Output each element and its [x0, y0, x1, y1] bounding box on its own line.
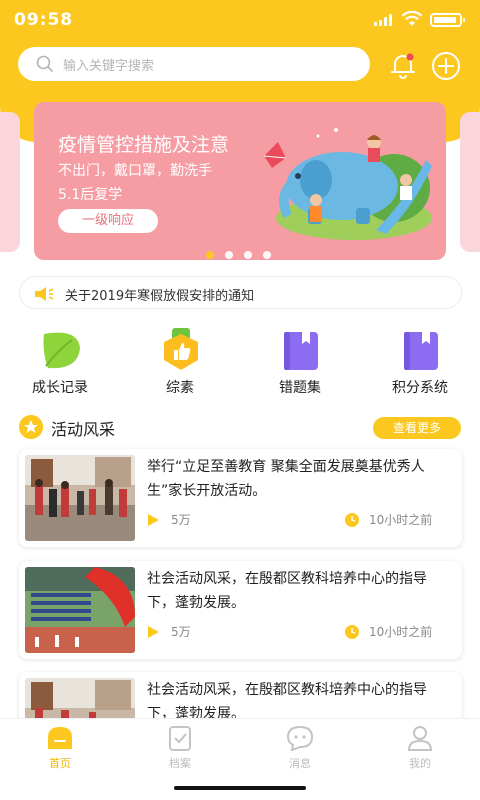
tab-archive[interactable]: 档案	[120, 725, 240, 773]
view-more-button[interactable]: 查看更多	[373, 417, 461, 439]
plays-count: 5万	[171, 625, 191, 639]
tab-messages[interactable]: 消息	[240, 725, 360, 773]
tab-label: 档案	[169, 757, 191, 770]
quick-link-label: 成长记录	[32, 380, 88, 396]
quick-link-label: 综素	[166, 380, 194, 396]
notice-text: 关于2019年寒假放假安排的通知	[65, 289, 255, 304]
chat-bubble-icon	[286, 725, 314, 751]
star-icon	[19, 415, 43, 439]
article-plays: 5万	[147, 511, 227, 528]
speaker-icon	[35, 287, 54, 301]
time-text: 10小时之前	[369, 625, 433, 639]
carousel-dot[interactable]	[225, 251, 233, 259]
banner-line1: 不出门，戴口罩，勤洗手	[58, 163, 212, 179]
plus-circle-icon[interactable]	[431, 51, 461, 81]
status-time: 09:58	[14, 10, 74, 30]
thumbs-up-badge-icon	[164, 328, 198, 370]
user-icon	[407, 726, 433, 751]
plays-count: 5万	[171, 513, 191, 527]
tab-home[interactable]: 首页	[0, 725, 120, 773]
article-time: 10小时之前	[345, 623, 455, 640]
carousel-dot[interactable]	[263, 251, 271, 259]
wifi-icon	[401, 11, 423, 26]
play-icon	[148, 626, 159, 638]
home-icon	[48, 727, 72, 749]
tab-profile[interactable]: 我的	[360, 725, 480, 773]
article-title: 社会活动风采，在殷都区教科培养中心的指导下，蓬勃发展。	[147, 571, 427, 611]
carousel-next-peek	[460, 112, 480, 252]
quick-link-mistakes[interactable]: 错题集	[240, 326, 360, 398]
search-icon	[36, 55, 54, 73]
book-bookmark-icon	[284, 332, 318, 370]
book-bookmark-icon	[404, 332, 438, 370]
leaf-icon	[43, 332, 80, 369]
banner-title: 疫情管控措施及注意	[58, 134, 230, 156]
banner-carousel[interactable]: 疫情管控措施及注意 不出门，戴口罩，勤洗手 5.1后复学 一级响应	[34, 102, 446, 260]
article-card[interactable]: 社会活动风采，在殷都区教科培养中心的指导下，蓬勃发展。 5万 10小时之前	[19, 561, 462, 659]
clipboard-check-icon	[169, 726, 191, 751]
section-title: 活动风采	[51, 420, 116, 439]
quick-links: 成长记录 综素 错题集 积分系统	[0, 326, 480, 398]
banner-button[interactable]: 一级响应	[58, 209, 158, 233]
signal-icon	[374, 14, 394, 26]
carousel-dot[interactable]	[206, 251, 214, 259]
quick-link-label: 错题集	[279, 380, 321, 396]
tab-label: 首页	[49, 757, 71, 770]
battery-icon	[430, 13, 465, 27]
carousel-dot[interactable]	[244, 251, 252, 259]
banner-line2: 5.1后复学	[58, 187, 123, 203]
section-header: 活动风采 查看更多	[19, 414, 462, 440]
tab-label: 我的	[409, 757, 431, 770]
time-text: 10小时之前	[369, 513, 433, 527]
article-card[interactable]: 举行“立足至善教育 聚集全面发展奠基优秀人生”家长开放活动。 5万 10小时之前	[19, 449, 462, 547]
play-icon	[148, 514, 159, 526]
clock-icon	[345, 625, 359, 639]
elephant-illustration	[263, 128, 432, 240]
quick-link-growth[interactable]: 成长记录	[0, 326, 120, 398]
article-thumbnail	[25, 455, 135, 541]
carousel-prev-peek	[0, 112, 20, 252]
clock-icon	[345, 513, 359, 527]
article-time: 10小时之前	[345, 511, 455, 528]
notice-bar[interactable]: 关于2019年寒假放假安排的通知	[19, 276, 462, 309]
home-indicator[interactable]	[174, 786, 306, 790]
quick-link-label: 积分系统	[392, 380, 448, 396]
search-input[interactable]: 输入关键字搜索	[18, 47, 370, 81]
article-thumbnail	[25, 567, 135, 653]
quick-link-points[interactable]: 积分系统	[360, 326, 480, 398]
search-placeholder: 输入关键字搜索	[63, 59, 155, 74]
bell-icon[interactable]	[388, 50, 418, 80]
tab-label: 消息	[289, 757, 311, 770]
status-bar: 09:58	[0, 0, 480, 40]
article-title: 举行“立足至善教育 聚集全面发展奠基优秀人生”家长开放活动。	[147, 459, 425, 499]
carousel-dots[interactable]	[206, 244, 282, 259]
quick-link-quality[interactable]: 综素	[120, 326, 240, 398]
article-plays: 5万	[147, 623, 227, 640]
